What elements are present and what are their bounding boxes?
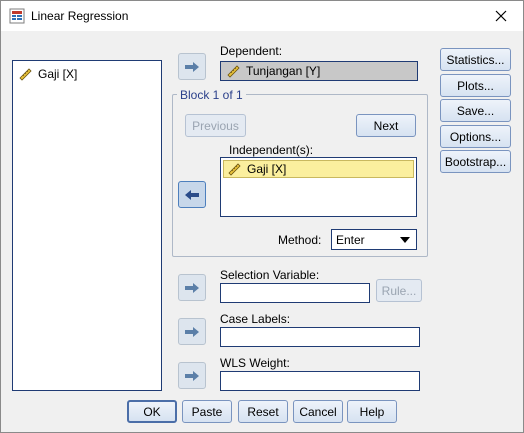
move-to-independent-button[interactable] — [178, 181, 206, 208]
scale-variable-icon — [19, 68, 32, 81]
method-label: Method: — [278, 233, 322, 247]
cancel-label: Cancel — [299, 404, 337, 419]
next-button[interactable]: Next — [356, 114, 416, 137]
previous-button[interactable]: Previous — [185, 114, 246, 137]
independents-label: Independent(s): — [229, 143, 314, 157]
case-labels-label: Case Labels: — [220, 312, 291, 326]
dialog-window: Linear Regression Gaji [X] Dependent: Tu… — [0, 0, 524, 433]
block-title: Block 1 of 1 — [177, 88, 246, 102]
help-button[interactable]: Help — [347, 400, 397, 423]
scale-variable-icon — [228, 163, 241, 176]
options-button[interactable]: Options... — [440, 125, 511, 148]
dependent-label: Dependent: — [220, 44, 283, 58]
bootstrap-label: Bootstrap... — [444, 154, 507, 169]
case-labels-field[interactable] — [220, 327, 420, 347]
app-regression-icon — [9, 8, 25, 24]
title-bar: Linear Regression — [1, 1, 523, 31]
method-select[interactable]: Enter — [331, 229, 417, 250]
arrow-right-icon — [185, 370, 199, 381]
statistics-label: Statistics... — [446, 52, 505, 67]
save-label: Save... — [456, 103, 495, 118]
arrow-right-icon — [185, 282, 199, 293]
selection-variable-label: Selection Variable: — [220, 268, 320, 282]
list-item[interactable]: Gaji [X] — [19, 66, 77, 82]
save-button[interactable]: Save... — [440, 99, 511, 122]
ok-button[interactable]: OK — [127, 400, 177, 423]
rule-label: Rule... — [381, 283, 417, 298]
window-title: Linear Regression — [31, 9, 129, 23]
cancel-button[interactable]: Cancel — [293, 400, 343, 423]
dependent-value: Tunjangan [Y] — [246, 64, 321, 78]
arrow-left-icon — [185, 189, 199, 200]
variable-label: Gaji [X] — [38, 67, 78, 81]
reset-button[interactable]: Reset — [238, 400, 288, 423]
chevron-down-icon — [400, 237, 410, 243]
move-to-wls-weight-button[interactable] — [178, 362, 206, 389]
paste-button[interactable]: Paste — [182, 400, 232, 423]
source-variable-list[interactable]: Gaji [X] — [12, 60, 162, 391]
statistics-button[interactable]: Statistics... — [440, 48, 511, 71]
move-to-case-labels-button[interactable] — [178, 318, 206, 345]
move-to-dependent-button[interactable] — [178, 53, 206, 80]
independent-item-label: Gaji [X] — [247, 162, 287, 176]
options-label: Options... — [449, 129, 502, 144]
bootstrap-button[interactable]: Bootstrap... — [440, 150, 511, 173]
move-to-selection-button[interactable] — [178, 274, 206, 301]
method-value: Enter — [336, 232, 365, 247]
arrow-right-icon — [185, 326, 199, 337]
rule-button[interactable]: Rule... — [376, 279, 422, 302]
paste-label: Paste — [191, 404, 223, 419]
wls-weight-label: WLS Weight: — [220, 356, 290, 370]
selection-variable-field[interactable] — [220, 283, 370, 303]
plots-label: Plots... — [457, 78, 494, 93]
arrow-right-icon — [185, 61, 199, 72]
plots-button[interactable]: Plots... — [440, 74, 511, 97]
close-button[interactable] — [479, 1, 523, 31]
reset-label: Reset — [247, 404, 279, 419]
independents-list[interactable]: Gaji [X] — [220, 157, 417, 217]
next-label: Next — [373, 118, 399, 133]
ok-label: OK — [143, 404, 161, 419]
scale-variable-icon — [227, 65, 240, 78]
dependent-field[interactable]: Tunjangan [Y] — [220, 61, 418, 81]
close-icon — [495, 10, 507, 22]
help-label: Help — [359, 404, 385, 419]
list-item[interactable]: Gaji [X] — [223, 160, 414, 178]
wls-weight-field[interactable] — [220, 371, 420, 391]
previous-label: Previous — [192, 118, 239, 133]
